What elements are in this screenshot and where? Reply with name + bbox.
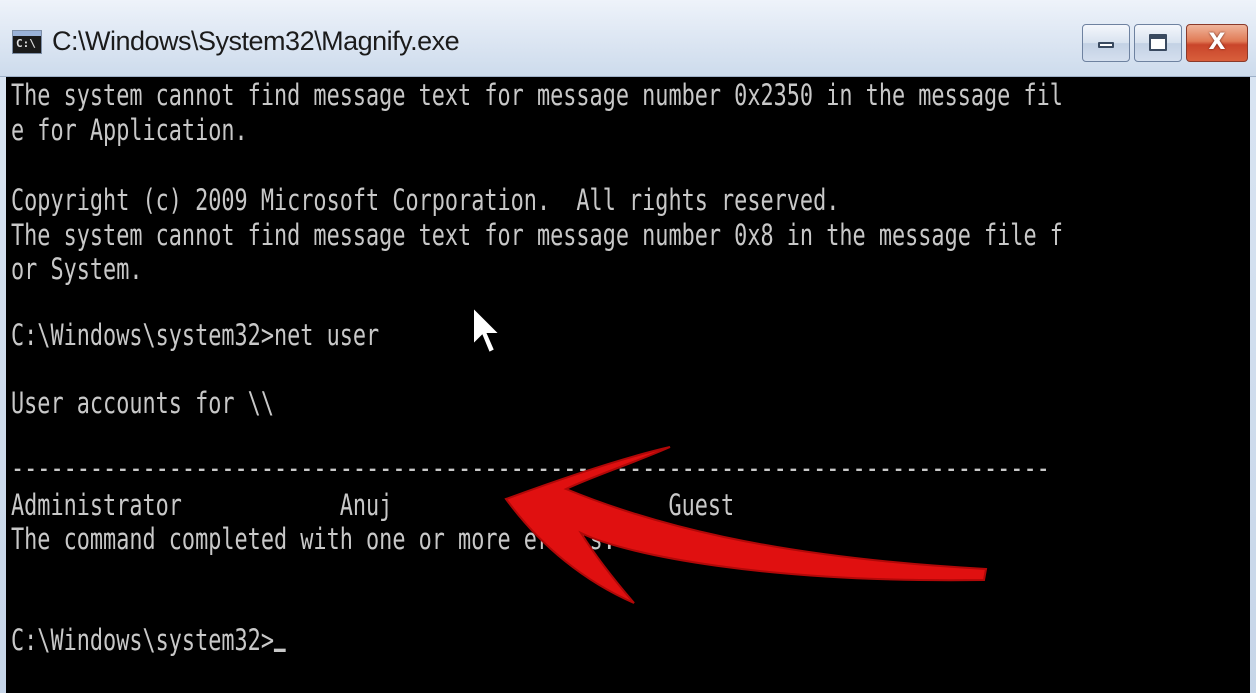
red-arrow-shape [504, 446, 988, 604]
cmd-icon-glyph: C:\ [16, 37, 36, 50]
cmd-icon[interactable]: C:\ [12, 30, 42, 54]
title-bar[interactable]: C:\ C:\Windows\System32\Magnify.exe X [0, 0, 1256, 77]
minimize-icon [1098, 42, 1114, 48]
console-window: C:\ C:\Windows\System32\Magnify.exe X Th… [0, 0, 1256, 693]
maximize-icon [1149, 34, 1167, 51]
mouse-pointer-icon [472, 305, 503, 355]
close-icon: X [1208, 30, 1226, 55]
console-output[interactable]: The system cannot find message text for … [6, 77, 1250, 693]
maximize-button[interactable] [1134, 24, 1182, 62]
window-title: C:\Windows\System32\Magnify.exe [52, 26, 460, 56]
minimize-button[interactable] [1082, 24, 1130, 62]
red-arrow-annotation [504, 446, 988, 604]
close-button[interactable]: X [1186, 24, 1248, 62]
